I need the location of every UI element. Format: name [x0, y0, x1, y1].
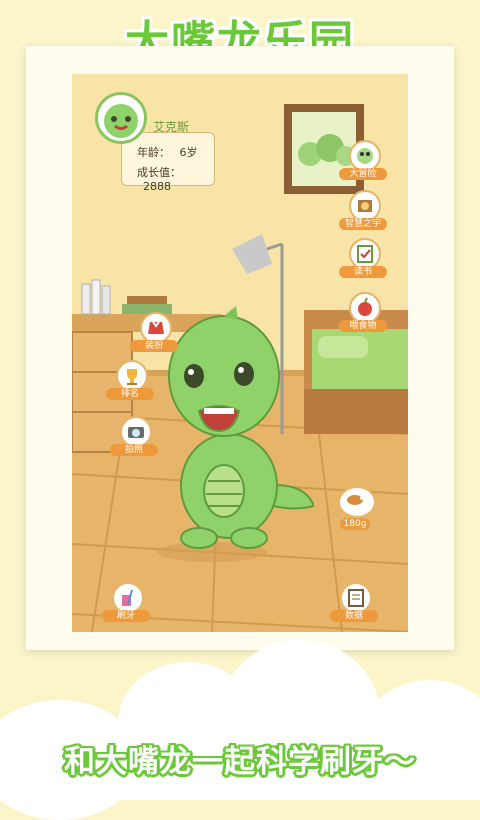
photo-label: 拍照: [110, 444, 158, 456]
adventure-button[interactable]: 大冒险: [339, 140, 387, 184]
data-button[interactable]: 数据: [330, 582, 378, 626]
ranking-button[interactable]: 排名: [106, 360, 154, 404]
profile-avatar[interactable]: [95, 92, 147, 144]
profile-age: 年龄： 6岁: [137, 144, 198, 160]
dressup-label: 装扮: [130, 340, 178, 352]
drumstick-icon: [347, 495, 364, 505]
dressup-button[interactable]: 装扮: [130, 312, 178, 356]
wisdom-button[interactable]: 智慧之宇: [339, 190, 387, 234]
profile-name: 艾克斯: [153, 120, 190, 134]
age-label: 年龄：: [137, 146, 170, 159]
ranking-label: 排名: [106, 388, 154, 400]
profile-growth: 成长值： 2888: [137, 164, 210, 193]
feed-label: 喂食物: [339, 320, 387, 332]
wisdom-label: 智慧之宇: [339, 218, 387, 230]
dino-avatar-icon: [104, 104, 138, 138]
profile-card: 艾克斯 年龄： 6岁 成长值： 2888: [95, 92, 215, 193]
growth-value: 2888: [143, 180, 171, 193]
reading-button[interactable]: 读书: [339, 238, 387, 282]
age-value: 6岁: [179, 146, 198, 159]
photo-button[interactable]: 拍照: [110, 416, 158, 460]
brush-teeth-button[interactable]: 刷牙: [102, 582, 150, 626]
growth-label: 成长值：: [137, 166, 181, 179]
adventure-label: 大冒险: [339, 168, 387, 180]
dinosaur-character[interactable]: [154, 306, 314, 556]
data-label: 数据: [330, 610, 378, 622]
feed-button[interactable]: 喂食物: [339, 292, 387, 336]
food-plate[interactable]: [338, 486, 376, 518]
tagline: 和大嘴龙一起科学刷牙～: [64, 744, 416, 780]
reading-label: 读书: [339, 266, 387, 278]
brush-teeth-label: 刷牙: [102, 610, 150, 622]
weight-label: 180g: [340, 518, 370, 530]
